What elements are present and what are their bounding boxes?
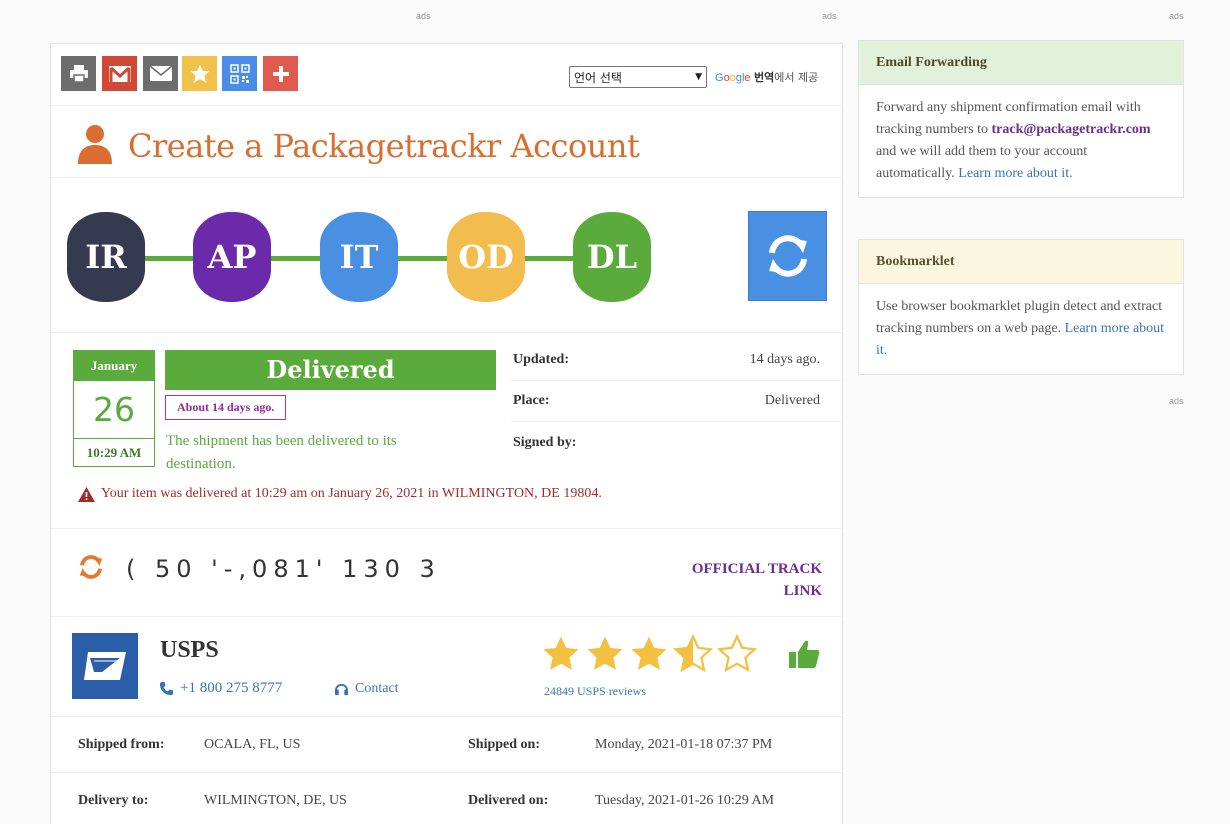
star-half-icon	[672, 633, 714, 673]
star-full-icon	[543, 636, 579, 670]
calendar-time: 10:29 AM	[86, 445, 142, 460]
relative-time-badge: About 14 days ago.	[165, 395, 287, 420]
thumbs-up-icon[interactable]	[788, 639, 820, 669]
learn-more-link[interactable]: Learn more about it.	[958, 166, 1072, 181]
shipped-on-label: Shipped on:	[468, 737, 540, 752]
warning-icon	[78, 486, 95, 502]
phone-icon	[159, 681, 174, 696]
email-forwarding-panel: Email Forwarding Forward any shipment co…	[858, 40, 1184, 198]
star-full-icon	[631, 636, 667, 670]
panel-body: Use browser bookmarklet plugin detect an…	[859, 284, 1183, 374]
shipped-on-value: Monday, 2021-01-18 07:37 PM	[595, 737, 773, 752]
info-value: Delivered	[764, 393, 820, 408]
carrier-contact-link[interactable]: Contact	[334, 681, 399, 697]
email-button[interactable]	[143, 56, 178, 91]
step-od: OD	[447, 212, 525, 302]
calendar-day: 26	[74, 381, 154, 439]
status-banner: Delivered	[165, 350, 496, 390]
chevron-down-icon: ▼	[695, 72, 702, 82]
info-row-place: Place: Delivered	[511, 381, 841, 422]
star-icon	[190, 64, 209, 82]
envelope-icon	[149, 65, 172, 81]
info-value: 14 days ago.	[749, 352, 820, 367]
shipped-from-label: Shipped from:	[78, 737, 165, 752]
gmail-button[interactable]	[102, 56, 137, 91]
info-row-signed: Signed by:	[511, 422, 841, 463]
delivery-calendar: January 26 10:29 AM	[73, 350, 155, 467]
tracking-number: ( 50 '-,081' 130 3	[126, 555, 441, 583]
panel-title: Bookmarklet	[859, 240, 1183, 284]
powered-by-google: Google 번역에서 제공	[715, 69, 818, 85]
refresh-button[interactable]	[748, 211, 827, 301]
ads-label: ads	[416, 11, 431, 21]
page-title[interactable]: Create a Packagetrackr Account	[128, 127, 640, 165]
translate-label: 번역	[754, 71, 775, 84]
reviews-link[interactable]: 24849 USPS reviews	[544, 684, 646, 699]
delivery-to-value: WILMINGTON, DE, US	[204, 793, 347, 808]
panel-body: Forward any shipment confirmation email …	[859, 85, 1183, 197]
step-ir: IR	[67, 212, 145, 302]
translate-widget: 언어 선택 ▼ Google 번역에서 제공	[569, 66, 818, 88]
user-icon	[78, 125, 112, 164]
star-empty-icon	[716, 633, 758, 673]
google-logo: Google	[715, 72, 751, 84]
ads-label: ads	[1169, 396, 1184, 406]
refresh-icon	[768, 235, 807, 277]
share-toolbar: 언어 선택 ▼ Google 번역에서 제공	[51, 44, 842, 106]
print-button[interactable]	[61, 56, 96, 91]
shipment-row: Shipped from: OCALA, FL, US Shipped on: …	[51, 717, 842, 773]
delivery-alert: Your item was delivered at 10:29 am on J…	[78, 486, 602, 502]
powered-tail: 에서 제공	[774, 71, 819, 84]
language-select[interactable]: 언어 선택 ▼	[569, 66, 707, 88]
carrier-name: USPS	[160, 637, 219, 663]
calendar-month: January	[74, 351, 154, 381]
ads-label: ads	[822, 11, 837, 21]
delivered-on-label: Delivered on:	[468, 793, 549, 808]
status-progress: IR AP IT OD DL	[51, 178, 842, 333]
shipped-from-value: OCALA, FL, US	[204, 737, 301, 752]
usps-logo	[72, 633, 138, 699]
plus-icon	[272, 65, 289, 82]
info-label: Place:	[513, 393, 550, 408]
step-ap: AP	[193, 212, 271, 302]
shipment-row: Delivery to: WILMINGTON, DE, US Delivere…	[51, 773, 842, 824]
printer-icon	[69, 64, 88, 83]
qrcode-button[interactable]	[222, 56, 257, 91]
panel-title: Email Forwarding	[859, 41, 1183, 85]
contact-label: Contact	[355, 681, 399, 696]
carrier-row: USPS +1 800 275 8777 Contact 24849 USPS …	[51, 617, 842, 717]
step-dl: DL	[573, 212, 651, 302]
carrier-rating[interactable]	[539, 633, 759, 675]
info-row-updated: Updated: 14 days ago.	[511, 340, 841, 381]
status-info-table: Updated: 14 days ago. Place: Delivered S…	[511, 340, 841, 463]
delivery-to-label: Delivery to:	[78, 793, 149, 808]
phone-number: +1 800 275 8777	[180, 680, 283, 696]
qrcode-icon	[229, 63, 250, 84]
language-select-value: 언어 선택	[574, 70, 622, 85]
delivered-on-value: Tuesday, 2021-01-26 10:29 AM	[595, 793, 775, 808]
ads-label: ads	[1169, 11, 1184, 21]
gmail-icon	[108, 65, 131, 82]
alert-text: Your item was delivered at 10:29 am on J…	[101, 486, 602, 501]
star-full-icon	[587, 636, 623, 670]
forwarding-email[interactable]: track@packagetrackr.com	[991, 122, 1150, 137]
official-track-link[interactable]: OFFICIAL TRACK LINK	[672, 558, 822, 602]
bookmarklet-panel: Bookmarklet Use browser bookmarklet plug…	[858, 239, 1184, 375]
tracking-row: ( 50 '-,081' 130 3 OFFICIAL TRACK LINK	[51, 529, 842, 617]
sync-icon[interactable]	[77, 553, 105, 581]
headset-icon	[334, 683, 349, 696]
tracking-card: 언어 선택 ▼ Google 번역에서 제공 Create a Packaget…	[50, 43, 843, 824]
step-it: IT	[320, 212, 398, 302]
carrier-phone[interactable]: +1 800 275 8777	[159, 680, 282, 697]
favorite-button[interactable]	[182, 56, 217, 91]
status-description: The shipment has been delivered to its d…	[166, 433, 397, 472]
info-label: Updated:	[513, 352, 570, 367]
add-button[interactable]	[263, 56, 298, 91]
info-label: Signed by:	[513, 434, 577, 450]
delivery-status: January 26 10:29 AM Delivered About 14 d…	[51, 333, 842, 529]
